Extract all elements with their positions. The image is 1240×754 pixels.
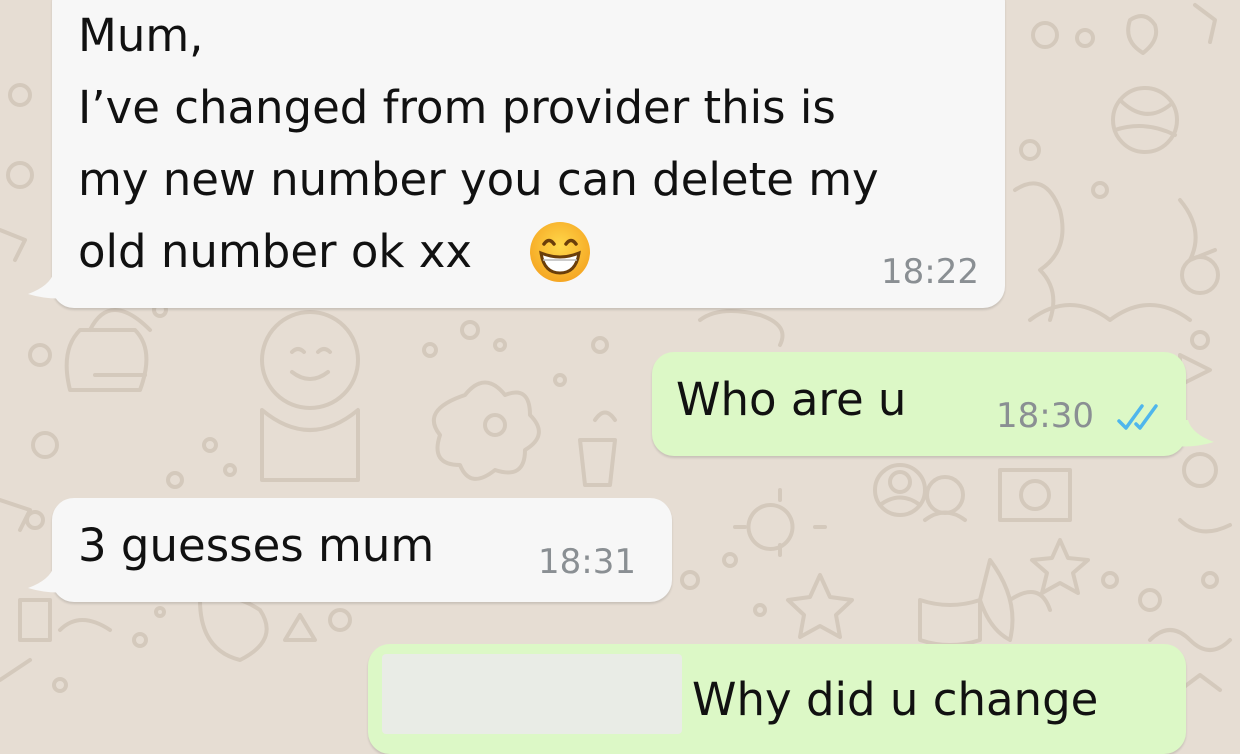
message-bubble-outgoing[interactable]: Who are u 18:30 [652, 352, 1186, 456]
message-bubble-incoming[interactable]: 3 guesses mum 18:31 [52, 498, 672, 602]
double-check-read-icon [1117, 404, 1158, 430]
message-line: I’ve changed from provider this is [78, 81, 836, 134]
bubble-tail [1174, 420, 1214, 447]
message-text: Who are u [676, 373, 907, 426]
message-timestamp: 18:31 [538, 542, 636, 582]
grinning-face-emoji-icon [530, 222, 590, 282]
message-text: Why did u change [692, 673, 1099, 726]
bubble-tail [28, 566, 68, 593]
message-timestamp: 18:22 [881, 252, 979, 292]
message-bubble-outgoing[interactable]: Why did u change [368, 644, 1186, 754]
message-text: 3 guesses mum [78, 519, 435, 572]
message-line: my new number you can delete my [78, 153, 879, 206]
message-line: Mum, [78, 9, 204, 62]
redacted-text-block [382, 654, 682, 734]
message-bubble-incoming[interactable]: Mum, I’ve changed from provider this is … [52, 0, 1005, 308]
message-line: old number ok xx [78, 225, 472, 278]
message-timestamp: 18:30 [996, 396, 1094, 436]
bubble-tail [28, 272, 68, 299]
